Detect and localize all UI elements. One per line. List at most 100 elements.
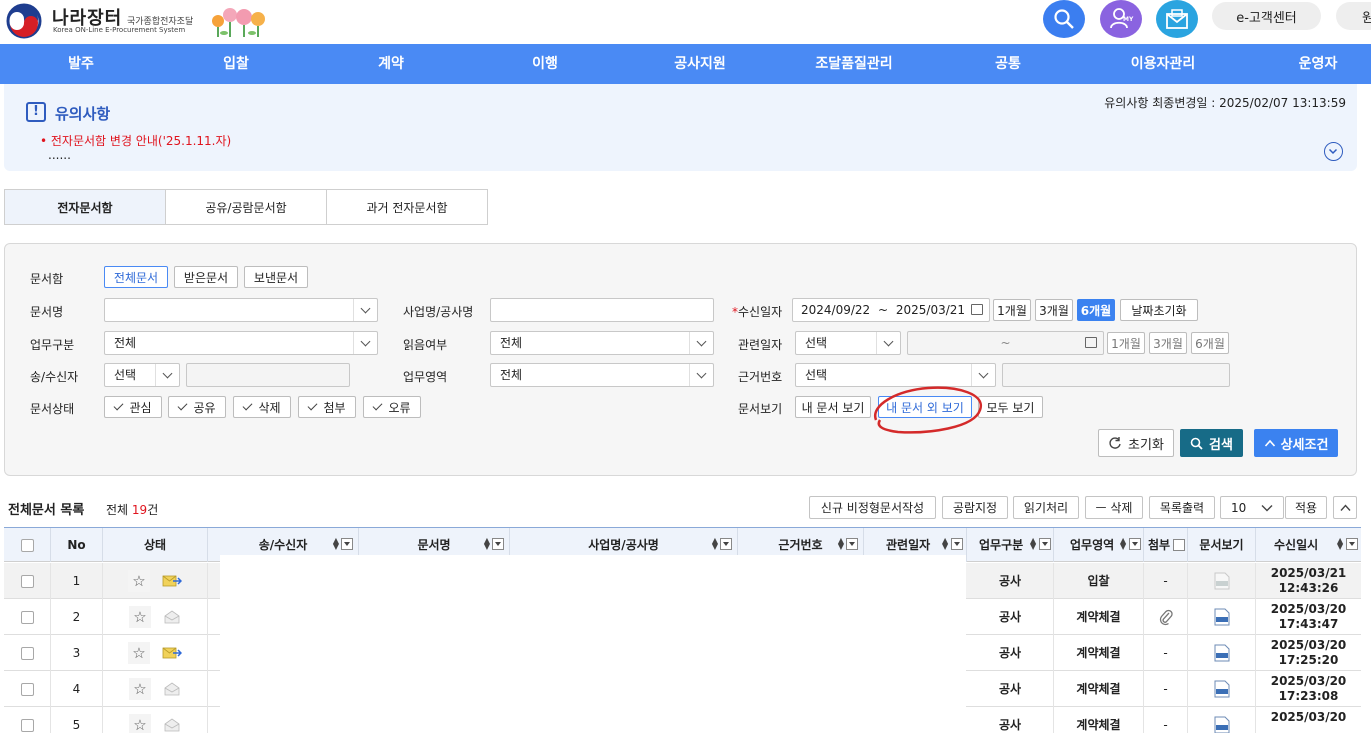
chevron-down-icon[interactable] (1324, 142, 1343, 161)
delete-button[interactable]: ㅡ 삭제 (1085, 496, 1143, 519)
rel-date-select[interactable]: 선택 (795, 331, 901, 355)
row-checkbox[interactable] (20, 646, 34, 660)
docname-select[interactable] (104, 298, 378, 322)
xml-doc-icon[interactable] (1214, 680, 1230, 698)
period-3m-button[interactable]: 3개월 (1035, 299, 1073, 321)
row-checkbox[interactable] (20, 574, 34, 588)
tab-shared-docbox[interactable]: 공유/공람문서함 (165, 189, 327, 225)
filter-dropdown-icon (1346, 538, 1358, 550)
nav-perform[interactable]: 이행 (532, 44, 558, 84)
recv-date-range[interactable]: 2024/09/22 ~ 2025/03/21 (792, 298, 990, 322)
biz-type-select[interactable]: 전체 (104, 331, 378, 355)
sort-control[interactable]: ▲ ▼ (483, 537, 505, 551)
sort-control[interactable]: ▲ ▼ (332, 537, 354, 551)
detail-conditions-button[interactable]: 상세조건 (1254, 429, 1338, 457)
apply-button[interactable]: 적용 (1285, 496, 1327, 519)
col-attach[interactable]: 첨부 (1144, 528, 1188, 562)
extra-menu-button[interactable]: 원 (1336, 2, 1371, 30)
nav-bid[interactable]: 입찰 (223, 44, 249, 84)
sender-select[interactable]: 선택 (104, 363, 180, 387)
sort-control[interactable]: ▲ ▼ (942, 537, 964, 551)
nav-quality[interactable]: 조달품질관리 (815, 44, 892, 84)
filter-dropdown-icon (1129, 538, 1141, 550)
xml-doc-icon[interactable] (1214, 572, 1230, 590)
check-icon (114, 400, 124, 411)
xml-doc-icon[interactable] (1214, 716, 1230, 733)
sort-control[interactable]: ▲ ▼ (1120, 537, 1142, 551)
status-check-delete[interactable]: 삭제 (233, 396, 291, 418)
col-basis-label: 근거번호 (778, 538, 823, 552)
star-icon[interactable]: ☆ (128, 642, 150, 664)
nav-operator[interactable]: 운영자 (1299, 44, 1338, 84)
star-icon[interactable]: ☆ (129, 678, 151, 700)
status-check-interest[interactable]: 관심 (104, 396, 162, 418)
nav-contract[interactable]: 계약 (378, 44, 404, 84)
xml-doc-icon[interactable] (1214, 644, 1230, 662)
mark-read-button[interactable]: 읽기처리 (1013, 496, 1079, 519)
star-icon[interactable]: ☆ (129, 714, 151, 733)
tab-past-docbox[interactable]: 과거 전자문서함 (326, 189, 488, 225)
view-mine-button[interactable]: 내 문서 보기 (795, 396, 871, 418)
row-checkbox[interactable] (20, 610, 34, 624)
search-submit-button[interactable]: 검색 (1180, 429, 1243, 457)
row-recv-time: 2025/03/20 17:25:20 (1256, 635, 1361, 671)
filter-dropdown-icon[interactable] (1173, 539, 1185, 551)
mail-button[interactable] (1156, 0, 1198, 38)
nav-construction[interactable]: 공사지원 (674, 44, 726, 84)
col-biz-type[interactable]: 업무구분 ▲ ▼ (967, 528, 1054, 562)
status-check-error[interactable]: 오류 (363, 396, 421, 418)
logo-subtitle: Korea ON-Line E-Procurement System (53, 26, 186, 34)
read-select[interactable]: 전체 (490, 331, 714, 355)
row-recv-clock: 17:43:47 (1278, 617, 1339, 631)
paperclip-icon[interactable] (1159, 608, 1173, 626)
area-select[interactable]: 전체 (490, 363, 714, 387)
row-checkbox[interactable] (20, 682, 34, 696)
col-area[interactable]: 업무영역 ▲ ▼ (1054, 528, 1144, 562)
row-area: 계약체결 (1054, 671, 1144, 707)
list-title: 전체문서 목록 (8, 503, 85, 518)
nav-common[interactable]: 공통 (995, 44, 1021, 84)
row-recv-clock: 17:25:20 (1278, 653, 1339, 667)
received-docs-button[interactable]: 받은문서 (174, 266, 238, 288)
reset-button[interactable]: 초기화 (1098, 429, 1174, 457)
search-button[interactable] (1043, 0, 1085, 38)
recv-date-label: *수신일자 (732, 303, 782, 320)
new-doc-button[interactable]: 신규 비정형문서작성 (809, 496, 936, 519)
row-status: ☆ (103, 707, 208, 733)
sort-control[interactable]: ▲ ▼ (837, 537, 859, 551)
select-all-checkbox[interactable] (20, 539, 34, 552)
print-list-button[interactable]: 목록출력 (1149, 496, 1215, 519)
collapse-list-button[interactable] (1333, 496, 1357, 519)
circulation-button[interactable]: 공람지정 (942, 496, 1008, 519)
korea-emblem-logo[interactable] (4, 3, 44, 39)
col-biz-type-label: 업무구분 (979, 538, 1024, 552)
nav-user-mgmt[interactable]: 이용자관리 (1131, 44, 1195, 84)
notice-link[interactable]: • 전자문서함 변경 안내('25.1.11.자) (40, 132, 231, 149)
status-check-share[interactable]: 공유 (168, 396, 226, 418)
my-page-button[interactable]: MY (1100, 0, 1142, 38)
date-reset-button[interactable]: 날짜초기화 (1120, 299, 1198, 321)
tab-e-docbox[interactable]: 전자문서함 (4, 189, 166, 225)
star-icon[interactable]: ☆ (128, 570, 150, 592)
row-recv-date: 2025/03/20 (1270, 638, 1347, 652)
col-recv-time[interactable]: 수신일시 ▲ ▼ (1256, 528, 1361, 562)
rel-date-label: 관련일자 (738, 338, 783, 352)
chevron-down-icon (689, 332, 713, 354)
star-icon[interactable]: ☆ (129, 606, 151, 628)
row-checkbox[interactable] (20, 718, 34, 732)
sort-control[interactable]: ▲ ▼ (711, 537, 733, 551)
project-input[interactable] (490, 298, 714, 322)
status-check-attach[interactable]: 첨부 (298, 396, 356, 418)
xml-doc-icon[interactable] (1214, 608, 1230, 626)
redacted-area (220, 555, 966, 733)
all-docs-button[interactable]: 전체문서 (104, 266, 168, 288)
sort-control[interactable]: ▲ ▼ (1030, 537, 1052, 551)
calendar-icon[interactable] (971, 304, 983, 315)
nav-order[interactable]: 발주 (68, 44, 94, 84)
customer-center-button[interactable]: e-고객센터 (1212, 2, 1321, 30)
period-1m-button[interactable]: 1개월 (993, 299, 1031, 321)
sort-control[interactable]: ▲ ▼ (1337, 537, 1359, 551)
page-size-select[interactable]: 10 (1220, 496, 1284, 519)
period-6m-button[interactable]: 6개월 (1077, 299, 1115, 321)
sent-docs-button[interactable]: 보낸문서 (244, 266, 308, 288)
